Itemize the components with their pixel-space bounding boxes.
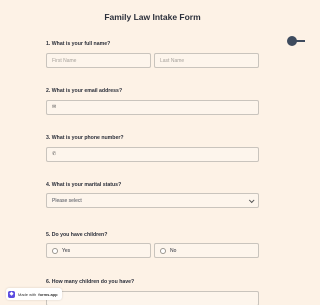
question-marital-status: 4. What is your marital status? <box>46 182 122 188</box>
first-name-placeholder: First Name <box>52 57 77 64</box>
chevron-down-icon <box>248 196 255 203</box>
phone-icon: ✆ <box>52 151 57 157</box>
question-full-name: 1. What is your full name? <box>46 41 111 47</box>
question-children-count: 6. How many children do you have? <box>46 279 135 285</box>
option-label: Yes <box>62 247 71 254</box>
badge-brand: forms.app <box>38 291 58 297</box>
forms-app-logo-icon: ◆ <box>8 290 15 298</box>
last-name-input[interactable]: Last Name <box>154 53 259 68</box>
badge-prefix: Made with <box>18 291 37 297</box>
side-panel-toggle[interactable] <box>287 36 305 46</box>
question-email: 2. What is your email address? <box>46 88 123 94</box>
first-name-input[interactable]: First Name <box>46 53 151 68</box>
marital-status-selected: Please select <box>52 197 82 204</box>
phone-input[interactable]: ✆ <box>46 147 259 162</box>
question-children: 5. Do you have children? <box>46 232 108 238</box>
made-with-badge[interactable]: ◆ Made with forms.app <box>6 288 62 300</box>
mail-icon: ✉ <box>52 104 57 110</box>
question-phone: 3. What is your phone number? <box>46 135 124 141</box>
children-option-yes[interactable]: Yes <box>46 243 151 258</box>
marital-status-select[interactable]: Please select <box>46 193 259 208</box>
form-title: Family Law Intake Form <box>104 12 201 22</box>
radio-circle-icon <box>160 247 166 254</box>
children-count-input[interactable] <box>46 291 259 305</box>
option-label: No <box>170 247 177 254</box>
radio-circle-icon <box>52 247 58 254</box>
last-name-placeholder: Last Name <box>160 57 185 64</box>
toggle-bar <box>295 40 305 42</box>
email-input[interactable]: ✉ <box>46 100 259 115</box>
children-option-no[interactable]: No <box>154 243 259 258</box>
form-page: Family Law Intake Form 1. What is your f… <box>0 0 305 305</box>
